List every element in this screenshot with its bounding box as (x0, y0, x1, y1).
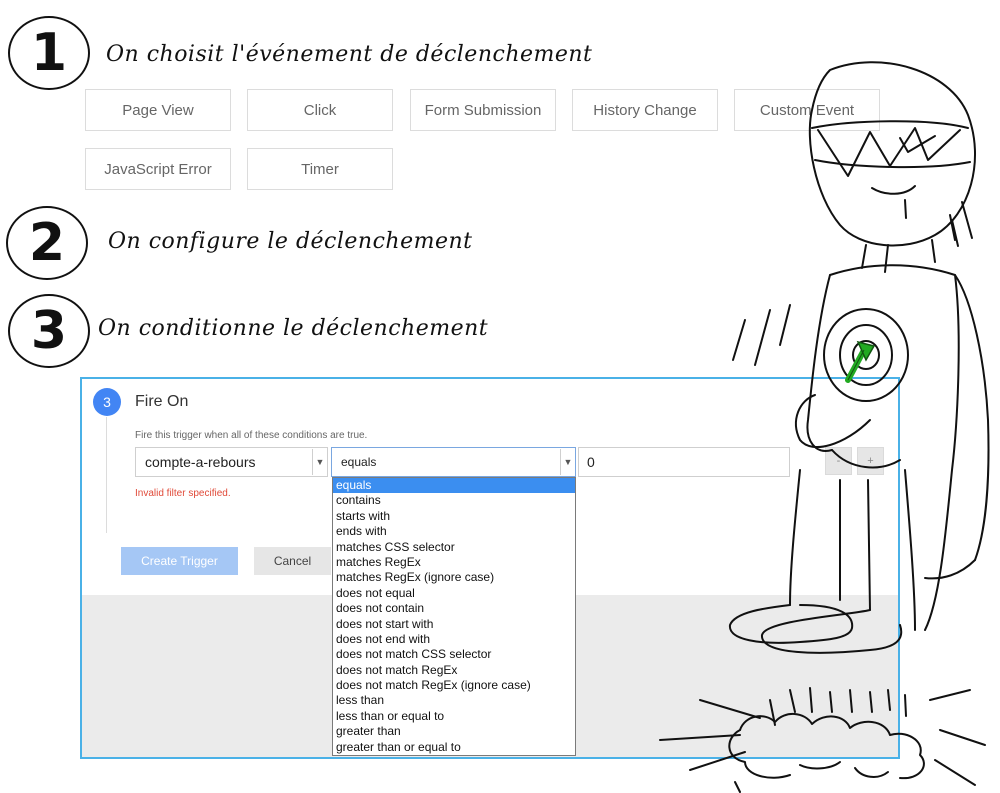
chevron-down-icon[interactable]: ▼ (312, 449, 327, 475)
operator-select[interactable]: equals ▼ (331, 447, 576, 477)
trigger-type-javascript-error[interactable]: JavaScript Error (85, 148, 231, 190)
trigger-type-click[interactable]: Click (247, 89, 393, 131)
chevron-down-icon[interactable]: ▼ (560, 449, 575, 475)
operator-option[interactable]: equals (333, 478, 575, 494)
variable-select[interactable]: compte-a-rebours ▼ (135, 447, 328, 477)
operator-option[interactable]: does not match RegEx (ignore case) (333, 678, 575, 693)
operator-dropdown-list[interactable]: equals contains starts with ends with matche… (332, 477, 576, 757)
trigger-type-timer[interactable]: Timer (247, 148, 393, 190)
step-3-badge: 3 (93, 388, 121, 416)
step-2-title: On configure le déclenchement (108, 229, 473, 254)
step-1-title: On choisit l'événement de déclenchement (106, 42, 593, 67)
remove-condition-button[interactable]: - (825, 447, 852, 475)
operator-option[interactable]: matches RegEx (ignore case) (333, 570, 575, 585)
conditions-hint: Fire this trigger when all of these cond… (135, 430, 368, 441)
operator-select-value: equals (341, 455, 377, 469)
cancel-button[interactable]: Cancel (254, 547, 331, 575)
operator-option[interactable]: does not start with (333, 617, 575, 632)
operator-option[interactable]: matches RegEx (333, 555, 575, 570)
trigger-type-form-submission[interactable]: Form Submission (410, 89, 556, 131)
operator-option[interactable]: matches CSS selector (333, 540, 575, 555)
operator-option[interactable]: less than or equal to (333, 709, 575, 724)
create-trigger-button[interactable]: Create Trigger (121, 547, 238, 575)
operator-option[interactable]: does not match CSS selector (333, 647, 575, 662)
operator-option[interactable]: greater than or equal to (333, 740, 575, 755)
panel-title: Fire On (135, 393, 189, 410)
operator-option[interactable]: ends with (333, 524, 575, 539)
trigger-type-page-view[interactable]: Page View (85, 89, 231, 131)
operator-option[interactable]: does not end with (333, 632, 575, 647)
operator-option[interactable]: does not contain (333, 601, 575, 616)
operator-option[interactable]: does not equal (333, 586, 575, 601)
operator-option[interactable]: greater than (333, 724, 575, 739)
operator-option[interactable]: contains (333, 493, 575, 508)
condition-value-input[interactable] (578, 447, 790, 477)
trigger-type-history-change[interactable]: History Change (572, 89, 718, 131)
operator-option[interactable]: starts with (333, 509, 575, 524)
step-3-circle: 3 (8, 294, 90, 368)
operator-option[interactable]: does not match RegEx (333, 663, 575, 678)
add-condition-button[interactable]: + (857, 447, 884, 475)
operator-option[interactable]: less than (333, 693, 575, 708)
step-3-title: On conditionne le déclenchement (98, 316, 489, 341)
fire-on-panel: 3 Fire On Fire this trigger when all of … (80, 377, 900, 759)
variable-select-value: compte-a-rebours (145, 454, 256, 470)
step-1-circle: 1 (8, 16, 90, 90)
step-2-circle: 2 (6, 206, 88, 280)
error-message: Invalid filter specified. (135, 488, 231, 499)
step-rail (106, 417, 107, 533)
trigger-type-custom-event[interactable]: Custom Event (734, 89, 880, 131)
